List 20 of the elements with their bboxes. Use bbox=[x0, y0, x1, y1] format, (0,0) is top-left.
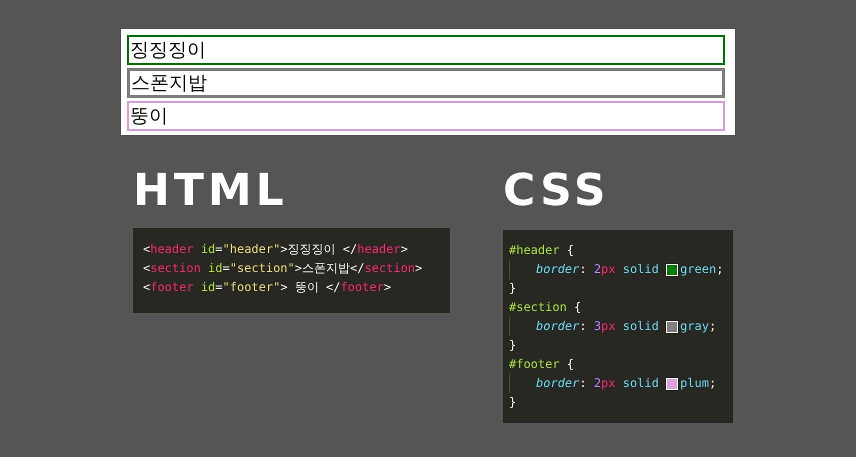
code-text: plum; bbox=[680, 375, 716, 392]
code-text: #footer { bbox=[509, 356, 574, 373]
code-text: } bbox=[509, 394, 516, 411]
bordered-box: 징징징이 bbox=[127, 35, 725, 65]
code-text: #section { bbox=[509, 299, 582, 316]
code-text: green; bbox=[680, 261, 724, 278]
code-text: <header id="header">징징징이 </header> bbox=[143, 241, 408, 258]
code-text: } bbox=[509, 280, 516, 297]
section-heading: CSS bbox=[503, 165, 610, 217]
code-text: border: 2px solid bbox=[536, 375, 660, 392]
code-text: gray; bbox=[680, 318, 716, 335]
code-text: <section id="section">스폰지밥</section> bbox=[143, 260, 422, 277]
bordered-box: 스폰지밥 bbox=[127, 68, 725, 98]
code-text: border: 3px solid bbox=[536, 318, 660, 335]
bordered-box: 뚱이 bbox=[127, 101, 725, 131]
section-heading: HTML bbox=[133, 165, 288, 217]
code-text: <footer id="footer"> 뚱이 </footer> bbox=[143, 279, 392, 296]
code-text: border: 2px solid bbox=[536, 261, 660, 278]
code-text: } bbox=[509, 337, 516, 354]
code-text: #header { bbox=[509, 242, 574, 259]
